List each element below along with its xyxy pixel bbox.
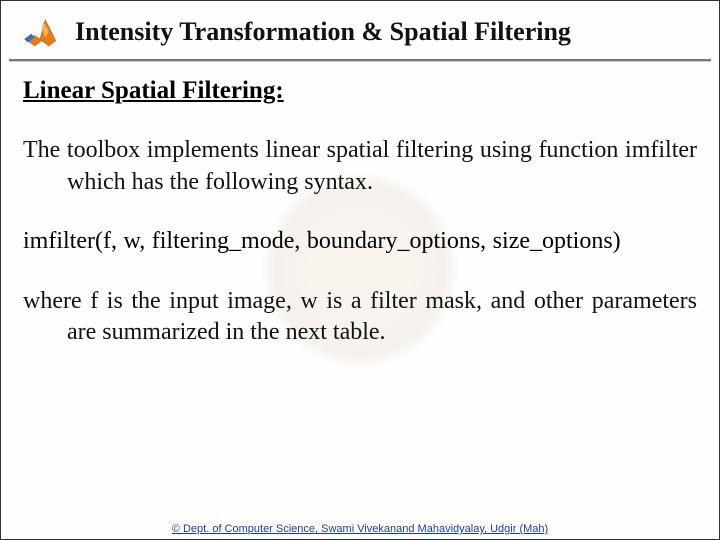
section-subheading: Linear Spatial Filtering: xyxy=(23,77,697,105)
paragraph-intro: The toolbox implements linear spatial fi… xyxy=(23,135,697,198)
slide: Intensity Transformation & Spatial Filte… xyxy=(0,0,720,540)
slide-title: Intensity Transformation & Spatial Filte… xyxy=(75,17,571,47)
matlab-logo-icon xyxy=(19,11,61,53)
code-syntax-line: imfilter(f, w, filtering_mode, boundary_… xyxy=(23,226,697,257)
slide-header: Intensity Transformation & Spatial Filte… xyxy=(1,1,719,59)
slide-content: Linear Spatial Filtering: The toolbox im… xyxy=(1,61,719,349)
slide-footer: © Dept. of Computer Science, Swami Vivek… xyxy=(1,523,719,535)
paragraph-explanation: where f is the input image, w is a filte… xyxy=(23,286,697,349)
